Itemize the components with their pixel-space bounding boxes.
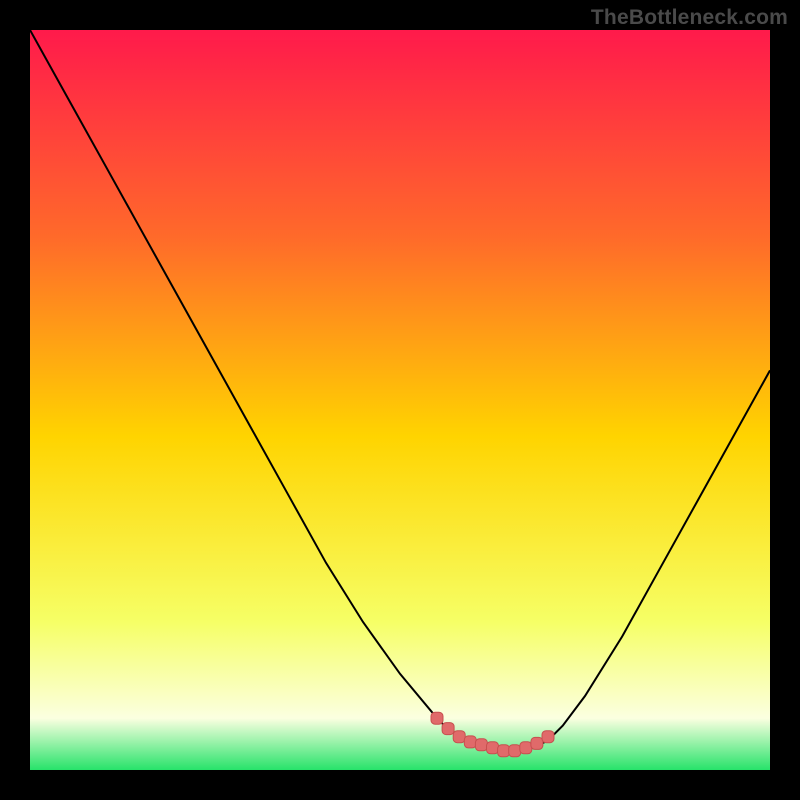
marker-dot [498, 745, 510, 757]
marker-dot [475, 739, 487, 751]
marker-dot [531, 737, 543, 749]
marker-dot [431, 712, 443, 724]
chart-frame: TheBottleneck.com [0, 0, 800, 800]
marker-dot [487, 742, 499, 754]
marker-dot [542, 731, 554, 743]
plot-svg [30, 30, 770, 770]
marker-dot [453, 731, 465, 743]
marker-dot [464, 736, 476, 748]
marker-dot [442, 723, 454, 735]
watermark-text: TheBottleneck.com [591, 6, 788, 30]
marker-dot [520, 742, 532, 754]
gradient-background [30, 30, 770, 770]
marker-dot [509, 745, 521, 757]
plot-area [30, 30, 770, 770]
